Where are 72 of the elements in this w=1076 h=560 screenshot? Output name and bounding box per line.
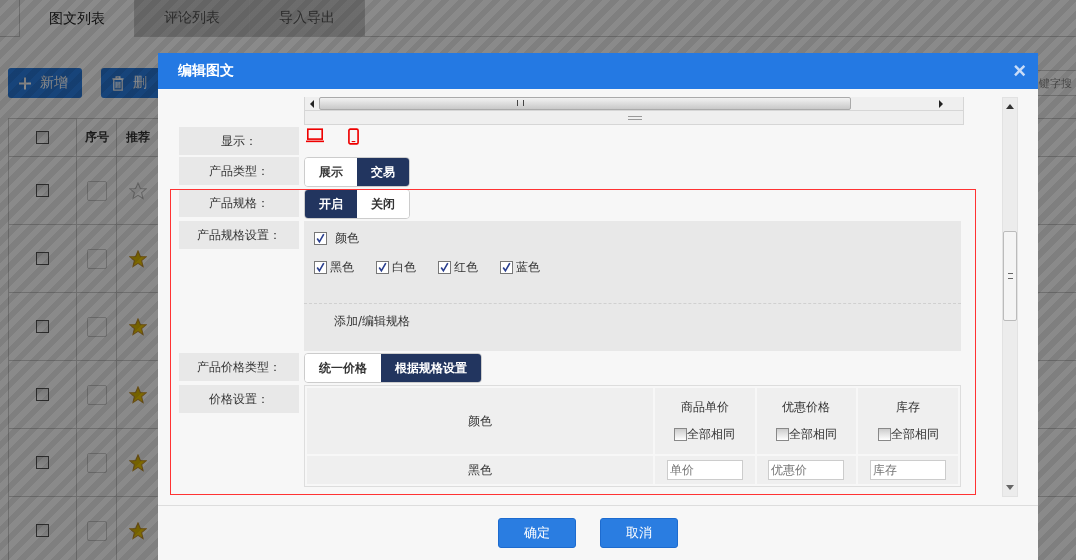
field-label: 产品价格类型： — [179, 353, 299, 381]
column-header: 商品单价 — [679, 398, 730, 416]
checkbox[interactable] — [314, 232, 327, 245]
field-label: 显示： — [179, 127, 299, 155]
checkbox[interactable] — [36, 524, 49, 537]
checkbox[interactable] — [36, 252, 49, 265]
add-button[interactable]: 新增 — [8, 68, 82, 98]
checkbox[interactable] — [438, 261, 451, 274]
segment-button[interactable]: 交易 — [357, 158, 409, 186]
laptop-icon[interactable] — [306, 128, 324, 143]
cancel-button[interactable]: 取消 — [600, 518, 678, 548]
order-field[interactable] — [86, 384, 107, 405]
order-field[interactable] — [86, 452, 107, 473]
checkbox-label: 红色 — [454, 259, 478, 276]
segment-button[interactable]: 统一价格 — [305, 354, 381, 382]
edit-spec-link[interactable]: 添加/编辑规格 — [334, 313, 411, 330]
checkbox[interactable] — [36, 184, 49, 197]
order-field[interactable] — [86, 520, 107, 541]
column-header: 颜色 — [307, 388, 653, 454]
checkbox[interactable] — [36, 131, 49, 144]
star-icon[interactable] — [129, 453, 147, 472]
field-label: 产品类型： — [179, 157, 299, 185]
checkbox-label: 蓝色 — [516, 259, 540, 276]
editor-scrollbar[interactable] — [304, 97, 964, 125]
segment-button[interactable]: 开启 — [305, 190, 357, 218]
checkbox[interactable] — [36, 456, 49, 469]
table-cell: 黑色 — [307, 456, 653, 484]
tab[interactable]: 图文列表 — [19, 0, 135, 37]
checkbox-label: 白色 — [392, 259, 416, 276]
trash-icon — [111, 75, 125, 91]
delete-button[interactable]: 删 — [101, 68, 161, 98]
checkbox[interactable] — [314, 261, 327, 274]
checkbox-label: 黑色 — [330, 259, 354, 276]
confirm-button[interactable]: 确定 — [498, 518, 576, 548]
checkbox-label: 全部相同 — [789, 425, 837, 443]
checkbox[interactable] — [877, 427, 891, 441]
column-header: 推荐 — [126, 129, 150, 146]
star-icon[interactable] — [129, 317, 147, 336]
order-field[interactable] — [86, 180, 107, 201]
scrollbar[interactable] — [1002, 97, 1018, 497]
order-field[interactable] — [86, 316, 107, 337]
checkbox-label: 颜色 — [335, 230, 359, 247]
field-label: 产品规格设置： — [179, 221, 299, 249]
field-label: 价格设置： — [179, 385, 299, 413]
column-header: 库存 — [895, 398, 922, 416]
column-header: 优惠价格 — [781, 398, 832, 416]
input-field[interactable]: 库存 — [870, 460, 947, 480]
phone-icon[interactable] — [348, 128, 359, 145]
checkbox-label: 全部相同 — [687, 425, 736, 443]
tab[interactable]: 导入导出 — [249, 0, 365, 36]
field-label: 产品规格： — [179, 189, 299, 217]
star-icon[interactable] — [129, 181, 147, 200]
checkbox[interactable] — [776, 427, 789, 441]
checkbox[interactable] — [36, 320, 49, 333]
checkbox[interactable] — [500, 261, 513, 274]
checkbox[interactable] — [674, 427, 688, 441]
star-icon[interactable] — [129, 521, 147, 540]
input-field[interactable]: 单价 — [666, 460, 743, 480]
column-header: 序号 — [84, 129, 109, 146]
checkbox[interactable] — [376, 261, 389, 274]
checkbox-label: 全部相同 — [890, 425, 939, 443]
dialog-title: 编辑图文 — [178, 62, 234, 80]
close-button[interactable]: × — [1013, 60, 1026, 82]
checkbox[interactable] — [36, 388, 49, 401]
star-icon[interactable] — [129, 249, 147, 268]
input-field[interactable]: 优惠价 — [768, 460, 845, 480]
segment-button[interactable]: 关闭 — [357, 190, 409, 218]
order-field[interactable] — [86, 248, 107, 269]
segment-button[interactable]: 展示 — [305, 158, 357, 186]
segment-button[interactable]: 根据规格设置 — [381, 354, 481, 382]
plus-icon — [18, 75, 32, 91]
star-icon[interactable] — [129, 385, 147, 404]
